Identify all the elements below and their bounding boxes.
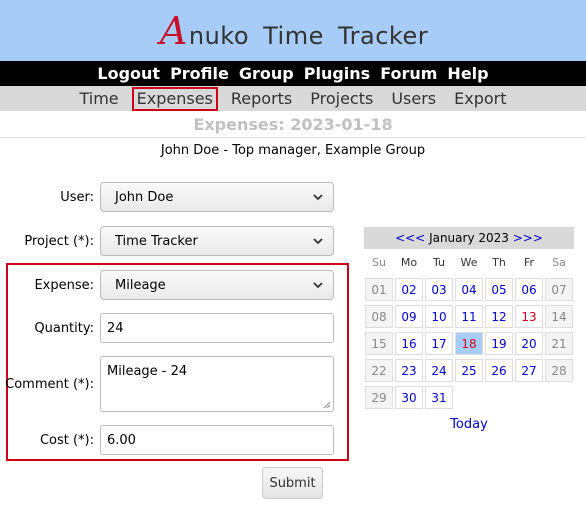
expense-label: Expense:	[34, 277, 94, 293]
project-row: Project (*): Time Tracker	[0, 226, 334, 256]
calendar-day[interactable]: 02	[395, 278, 423, 301]
submenu-users[interactable]: Users	[386, 87, 441, 111]
project-label: Project (*):	[24, 233, 94, 249]
calendar-day[interactable]: 16	[395, 332, 423, 355]
menu-profile[interactable]: Profile	[170, 64, 229, 83]
app-logo[interactable]: Anuko Time Tracker	[158, 12, 428, 50]
chevron-down-icon	[313, 282, 323, 289]
submenu-export[interactable]: Export	[449, 87, 511, 111]
calendar-day[interactable]: 01	[365, 278, 393, 301]
calendar-day[interactable]: 06	[515, 278, 543, 301]
submit-button[interactable]: Submit	[262, 467, 323, 499]
dow-tuesday: Tu	[432, 256, 446, 269]
calendar-day[interactable]: 07	[545, 278, 573, 301]
calendar-day[interactable]: 05	[485, 278, 513, 301]
calendar-day[interactable]: 17	[425, 332, 453, 355]
dow-wednesday: We	[460, 256, 478, 269]
calendar-header: <<< January 2023 >>>	[364, 227, 574, 249]
dow-friday: Fr	[523, 256, 535, 269]
calendar-day[interactable]: 23	[395, 359, 423, 382]
quantity-label: Quantity:	[34, 320, 94, 336]
sub-menu: Time Expenses Reports Projects Users Exp…	[0, 86, 586, 111]
calendar-day[interactable]: 31	[425, 386, 453, 409]
calendar-today-link[interactable]: Today	[364, 417, 574, 432]
calendar-month: January 2023	[429, 231, 509, 245]
user-info: John Doe - Top manager, Example Group	[160, 143, 426, 158]
cost-label: Cost (*):	[39, 432, 94, 448]
calendar-day[interactable]: 21	[545, 332, 573, 355]
calendar-day[interactable]: 20	[515, 332, 543, 355]
logo-letter: A	[159, 8, 188, 53]
user-select-value: John Doe	[115, 189, 174, 205]
resize-handle-icon[interactable]	[323, 401, 331, 409]
expense-row: Expense: Mileage	[0, 270, 334, 300]
calendar-day[interactable]: 08	[365, 305, 393, 328]
calendar-prev-link[interactable]: <<<	[395, 231, 425, 245]
calendar-day[interactable]: 27	[515, 359, 543, 382]
submenu-time[interactable]: Time	[74, 87, 123, 111]
cost-row: Cost (*): 6.00	[0, 425, 334, 455]
submenu-expenses[interactable]: Expenses	[131, 86, 218, 111]
project-select[interactable]: Time Tracker	[100, 226, 334, 256]
dow-saturday: Sa	[552, 256, 566, 269]
calendar-day[interactable]: 22	[365, 359, 393, 382]
menu-plugins[interactable]: Plugins	[304, 64, 370, 83]
calendar-day[interactable]: 19	[485, 332, 513, 355]
expense-select-value: Mileage	[115, 277, 166, 293]
quantity-row: Quantity: 24	[0, 313, 334, 343]
comment-textarea[interactable]: Mileage - 24	[100, 356, 334, 412]
calendar-day[interactable]: 09	[395, 305, 423, 328]
calendar-day[interactable]: 29	[365, 386, 393, 409]
project-select-value: Time Tracker	[115, 233, 198, 249]
dow-sunday: Su	[372, 256, 386, 269]
calendar-day[interactable]: 10	[425, 305, 453, 328]
comment-text: Mileage - 24	[107, 364, 188, 379]
calendar-day[interactable]: 13	[515, 305, 543, 328]
app-header: Anuko Time Tracker	[0, 0, 586, 61]
quantity-input[interactable]: 24	[100, 313, 334, 343]
user-label: User:	[60, 189, 94, 205]
chevron-down-icon	[313, 238, 323, 245]
calendar-day[interactable]: 11	[455, 305, 483, 328]
calendar-day-selected[interactable]: 18	[455, 332, 483, 355]
calendar-grid: Su Mo Tu We Th Fr Sa 01 02 03 04 05 06 0…	[364, 249, 574, 411]
menu-help[interactable]: Help	[447, 64, 488, 83]
calendar-day[interactable]: 26	[485, 359, 513, 382]
calendar-day[interactable]: 14	[545, 305, 573, 328]
submenu-reports[interactable]: Reports	[226, 87, 297, 111]
calendar-next-link[interactable]: >>>	[513, 231, 543, 245]
dow-monday: Mo	[400, 256, 418, 269]
calendar-day[interactable]: 25	[455, 359, 483, 382]
calendar-day[interactable]: 12	[485, 305, 513, 328]
calendar-day[interactable]: 24	[425, 359, 453, 382]
comment-row: Comment (*): Mileage - 24	[0, 356, 334, 412]
page-title: Expenses: 2023-01-18	[0, 111, 586, 138]
calendar-day[interactable]: 30	[395, 386, 423, 409]
submenu-projects[interactable]: Projects	[305, 87, 378, 111]
dow-thursday: Th	[492, 256, 506, 269]
calendar-day[interactable]: 15	[365, 332, 393, 355]
calendar: <<< January 2023 >>> Su Mo Tu We Th Fr S…	[364, 227, 574, 432]
calendar-day[interactable]: 04	[455, 278, 483, 301]
top-menu: Logout Profile Group Plugins Forum Help	[0, 61, 586, 86]
logo-text: nuko Time Tracker	[188, 21, 429, 50]
expense-select[interactable]: Mileage	[100, 270, 334, 300]
user-row: User: John Doe	[0, 182, 334, 212]
menu-logout[interactable]: Logout	[97, 64, 160, 83]
chevron-down-icon	[313, 194, 323, 201]
menu-group[interactable]: Group	[239, 64, 294, 83]
user-select[interactable]: John Doe	[100, 182, 334, 212]
calendar-day[interactable]: 28	[545, 359, 573, 382]
comment-label: Comment (*):	[5, 376, 94, 392]
calendar-day[interactable]: 03	[425, 278, 453, 301]
menu-forum[interactable]: Forum	[380, 64, 437, 83]
cost-input[interactable]: 6.00	[100, 425, 334, 455]
